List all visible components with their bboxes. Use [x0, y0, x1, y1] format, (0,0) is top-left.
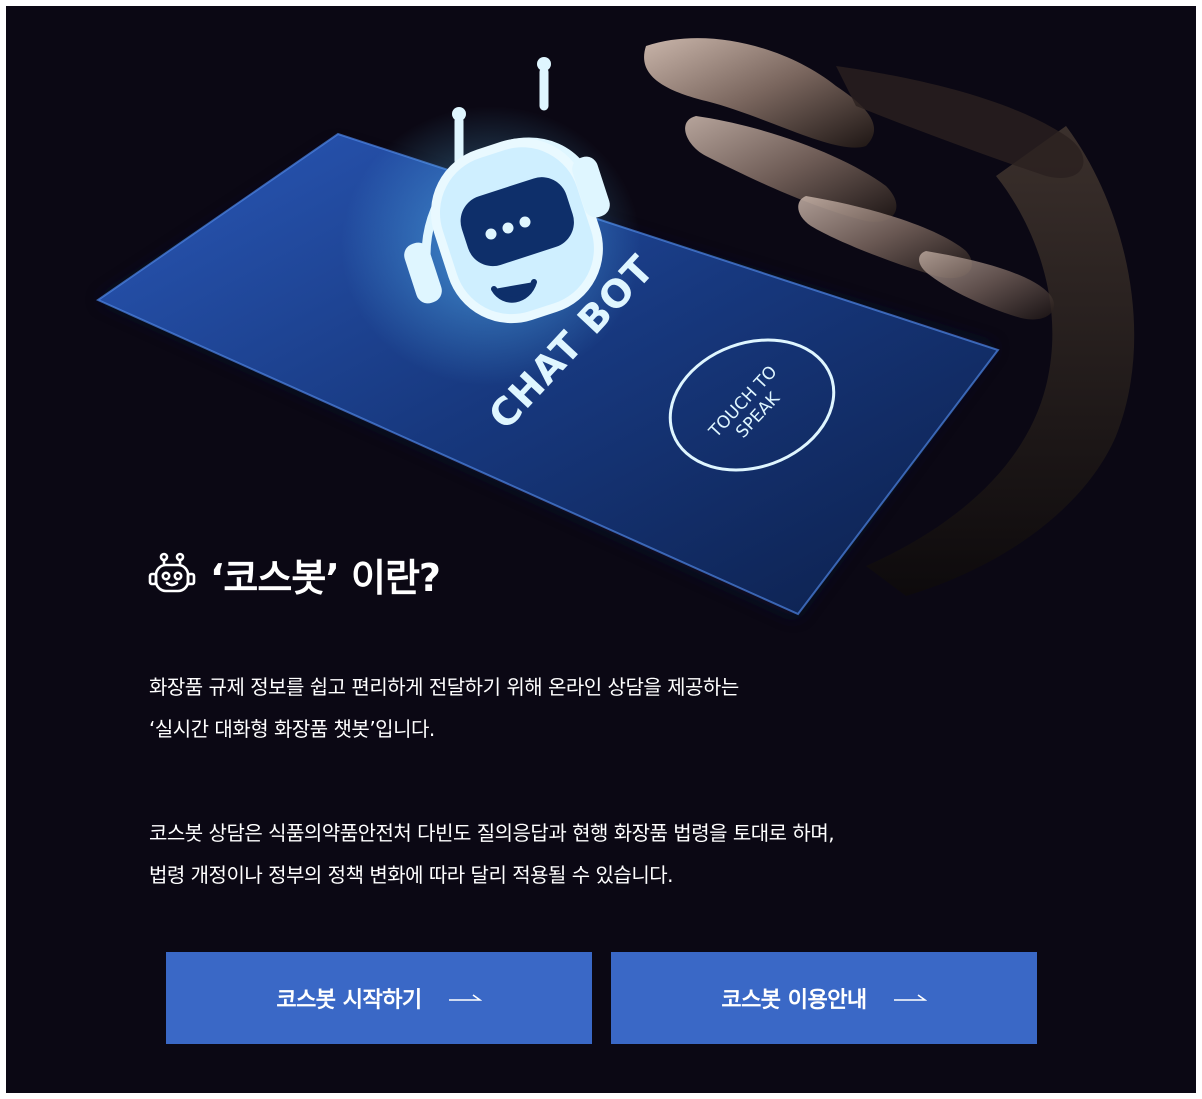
- chatbot-guide-button[interactable]: 코스봇 이용안내: [611, 952, 1037, 1044]
- notice-line: 법령 개정이나 정부의 정책 변화에 따라 달리 적용될 수 있습니다.: [149, 863, 673, 887]
- chatbot-robot-icon: [404, 57, 610, 324]
- start-chatbot-button[interactable]: 코스봇 시작하기: [166, 952, 592, 1044]
- notice-paragraph: 코스봇 상담은 식품의약품안전처 다빈도 질의응답과 현행 화장품 법령을 토대…: [149, 812, 1109, 896]
- robot-icon: [148, 552, 196, 593]
- section-heading: ‘코스봇’ 이란?: [146, 544, 441, 604]
- intro-line: ‘실시간 대화형 화장품 챗봇’입니다.: [149, 717, 435, 741]
- start-chatbot-label: 코스봇 시작하기: [276, 988, 422, 1013]
- intro-paragraph: 화장품 규제 정보를 쉽고 편리하게 전달하기 위해 온라인 상담을 제공하는 …: [149, 666, 1109, 750]
- long-arrow-right-icon: [893, 994, 927, 1001]
- intro-line: 화장품 규제 정보를 쉽고 편리하게 전달하기 위해 온라인 상담을 제공하는: [149, 675, 739, 699]
- section-title: ‘코스봇’ 이란?: [210, 555, 441, 600]
- long-arrow-right-icon: [448, 994, 482, 1001]
- chatbot-intro-panel: CHAT BOT TOUCH TO SPEAK ‘코스봇’ 이란? 화장품 규제…: [6, 6, 1196, 1093]
- notice-line: 코스봇 상담은 식품의약품안전처 다빈도 질의응답과 현행 화장품 법령을 토대…: [149, 821, 835, 845]
- chatbot-guide-label: 코스봇 이용안내: [721, 988, 867, 1013]
